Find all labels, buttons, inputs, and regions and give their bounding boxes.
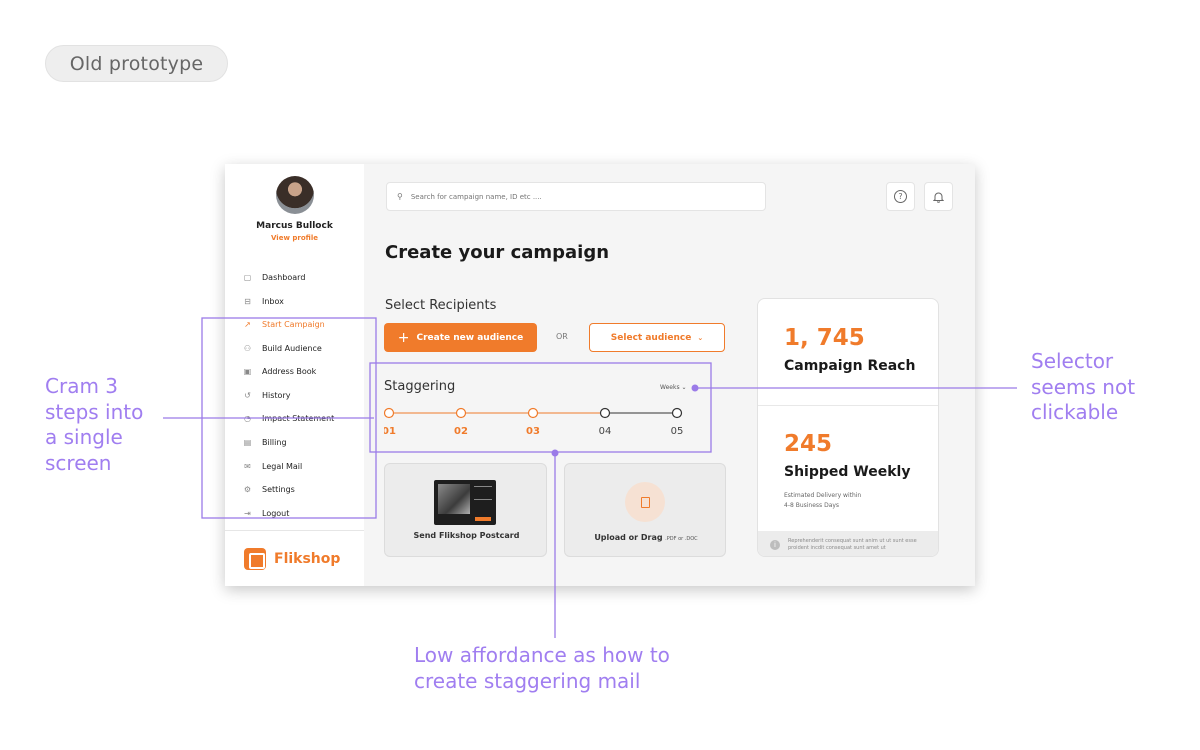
campaign-reach-value: 1, 745 — [784, 325, 865, 351]
sidebar-divider — [225, 530, 364, 531]
sidebar-item-label: Address Book — [262, 366, 317, 376]
sidebar-item-billing[interactable]: ▤ Billing — [243, 435, 287, 449]
sidebar-item-label: Start Campaign — [262, 319, 325, 329]
sidebar-item-label: Legal Mail — [262, 461, 303, 471]
stats-footer-text: Reprehenderit consequat sunt anim ut ut … — [788, 537, 917, 551]
select-audience-dropdown[interactable]: Select audience ⌄ — [589, 323, 725, 352]
notifications-button[interactable] — [924, 182, 953, 211]
info-icon: i — [770, 539, 780, 550]
annotation-cram-steps: Cram 3 steps into a single screen — [45, 374, 144, 475]
history-icon: ↺ — [244, 390, 251, 400]
old-prototype-badge: Old prototype — [45, 45, 228, 82]
upload-file-card[interactable]: Upload or Drag .PDF or .DOC — [564, 463, 726, 557]
sidebar-item-label: Billing — [262, 437, 287, 447]
search-input[interactable] — [410, 192, 741, 201]
or-separator: OR — [556, 332, 568, 341]
sidebar-item-label: Settings — [262, 484, 295, 494]
logo-text: Flikshop — [274, 551, 341, 567]
shipped-weekly-value: 245 — [784, 431, 833, 457]
page-title: Create your campaign — [385, 242, 610, 263]
search-bar[interactable]: ⚲ — [386, 182, 766, 211]
plus-icon: + — [397, 329, 410, 346]
annotation-selector: Selector seems not clickable — [1031, 349, 1136, 424]
sidebar: Marcus Bullock View profile ▢ Dashboard ⊟… — [225, 164, 364, 586]
campaign-stats-card: 1, 745 Campaign Reach 245 Shipped Weekly… — [757, 298, 939, 557]
staggering-stepper[interactable]: 01 02 03 04 05 — [384, 404, 684, 444]
sidebar-item-label: Inbox — [262, 296, 284, 306]
stepper-node-05[interactable] — [671, 407, 683, 419]
create-new-audience-label: Create new audience — [416, 332, 524, 343]
bell-icon — [933, 192, 944, 203]
users-icon: ⚇ — [243, 343, 252, 353]
sidebar-item-label: History — [262, 390, 291, 400]
flikshop-logo[interactable]: Flikshop — [244, 548, 340, 570]
upload-label: Upload or Drag .PDF or .DOC — [594, 533, 698, 542]
sidebar-item-inbox[interactable]: ⊟ Inbox — [243, 294, 284, 308]
sidebar-item-dashboard[interactable]: ▢ Dashboard — [243, 270, 306, 284]
dashboard-icon: ▢ — [243, 272, 252, 282]
help-button[interactable]: ? — [886, 182, 915, 211]
stepper-label-04: 04 — [599, 426, 612, 437]
staggering-title: Staggering — [384, 379, 456, 394]
sidebar-item-label: Build Audience — [262, 343, 322, 353]
weeks-selector[interactable]: Weeks ⌄ — [660, 384, 687, 391]
shipped-weekly-label: Shipped Weekly — [784, 464, 911, 480]
delivery-estimate: Estimated Delivery within 4-8 Business D… — [784, 492, 862, 509]
sidebar-item-label: Impact Statement — [262, 413, 335, 423]
avatar[interactable] — [276, 176, 314, 214]
create-new-audience-button[interactable]: + Create new audience — [384, 323, 537, 352]
sidebar-item-address-book[interactable]: ▣ Address Book — [243, 364, 317, 378]
send-postcard-card[interactable]: Send Flikshop Postcard — [384, 463, 547, 557]
stepper-label-05: 05 — [671, 426, 684, 437]
stepper-node-04[interactable] — [599, 407, 611, 419]
sidebar-item-label: Dashboard — [262, 272, 306, 282]
sidebar-item-history[interactable]: ↺ History — [243, 388, 290, 402]
view-profile-link[interactable]: View profile — [225, 234, 364, 242]
inbox-icon: ⊟ — [244, 296, 251, 306]
user-name: Marcus Bullock — [256, 221, 333, 231]
book-icon: ▣ — [243, 366, 252, 376]
stats-divider — [758, 405, 938, 406]
sidebar-item-label: Logout — [262, 508, 290, 518]
receipt-icon: ▤ — [243, 437, 252, 447]
annotation-low-affordance: Low affordance as how to create staggeri… — [414, 643, 670, 693]
gear-icon: ⚙ — [243, 484, 252, 494]
chevron-down-icon: ⌄ — [697, 333, 704, 342]
stats-footer: i Reprehenderit consequat sunt anim ut u… — [758, 531, 938, 556]
stepper-label-03: 03 — [526, 426, 540, 437]
sidebar-item-logout[interactable]: ⇥ Logout — [243, 506, 289, 520]
sidebar-item-impact-statement[interactable]: ◔ Impact Statement — [243, 411, 334, 425]
send-postcard-label: Send Flikshop Postcard — [413, 531, 520, 540]
logout-icon: ⇥ — [244, 508, 251, 518]
pie-chart-icon: ◔ — [244, 413, 251, 423]
stepper-label-01: 01 — [384, 426, 396, 437]
sidebar-item-build-audience[interactable]: ⚇ Build Audience — [243, 341, 322, 355]
sidebar-item-start-campaign[interactable]: ↗ Start Campaign — [243, 317, 325, 331]
search-icon: ⚲ — [397, 192, 403, 201]
pdf-file-icon — [625, 482, 665, 522]
sidebar-item-settings[interactable]: ⚙ Settings — [243, 482, 295, 496]
arrow-up-right-icon: ↗ — [244, 319, 251, 329]
select-audience-label: Select audience — [610, 332, 692, 343]
select-recipients-label: Select Recipients — [385, 298, 497, 313]
help-icon: ? — [894, 190, 907, 203]
postcard-thumbnail — [434, 480, 496, 525]
campaign-reach-label: Campaign Reach — [784, 358, 916, 374]
app-window: Marcus Bullock View profile ▢ Dashboard ⊟… — [225, 164, 975, 586]
stepper-node-02[interactable] — [455, 407, 467, 419]
stepper-node-01[interactable] — [384, 407, 395, 419]
sidebar-item-legal-mail[interactable]: ✉ Legal Mail — [243, 459, 302, 473]
mail-icon: ✉ — [244, 461, 251, 471]
stepper-node-03[interactable] — [527, 407, 539, 419]
stepper-label-02: 02 — [454, 426, 468, 437]
flikshop-logo-icon — [244, 548, 266, 570]
